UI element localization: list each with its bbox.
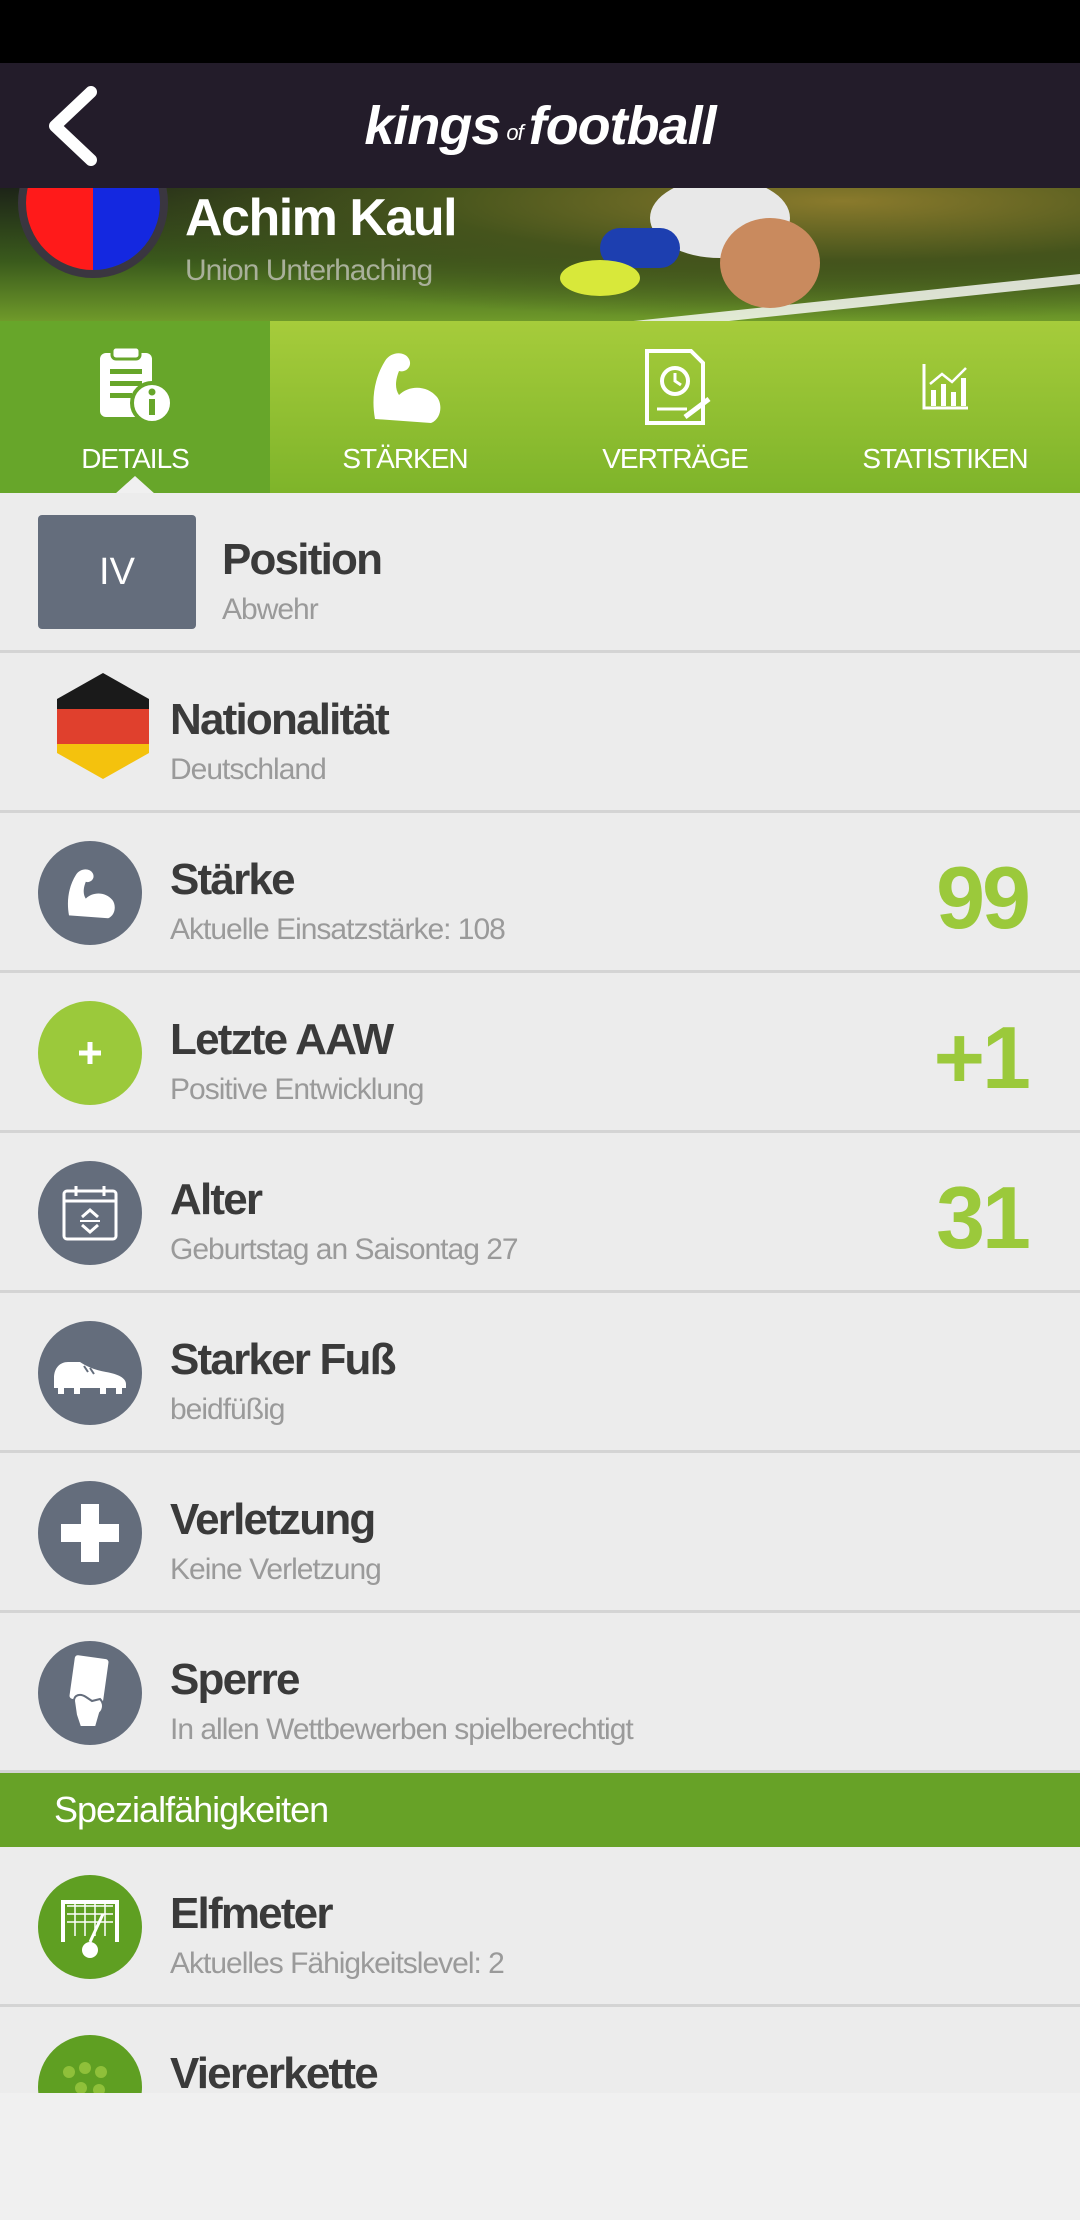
tab-details-label: DETAILS: [81, 443, 190, 474]
tab-bar: DETAILS STÄRKEN VERTRÄGE STATISTIKEN: [0, 321, 1080, 494]
tab-statistiken-label: STATISTIKEN: [862, 443, 1028, 474]
list-item-ban[interactable]: Sperre In allen Wettbewerben spielberech…: [0, 1613, 1080, 1773]
list-item-special-elfmeter[interactable]: Elfmeter Aktuelles Fähigkeitslevel: 2: [0, 1847, 1080, 2007]
contract-clock-icon: [635, 347, 715, 427]
details-list[interactable]: IV Position Abwehr Nationalität Deutschl…: [0, 493, 1080, 2093]
football-boot-icon: [38, 1321, 142, 1425]
list-item-strong-foot[interactable]: Starker Fuß beidfüßig: [0, 1293, 1080, 1453]
position-badge: IV: [38, 515, 196, 629]
position-title: Position: [222, 535, 383, 584]
crest-left-half: [26, 188, 93, 270]
age-subtitle: Geburtstag an Saisontag 27: [170, 1233, 519, 1266]
tab-statistiken[interactable]: STATISTIKEN: [810, 321, 1080, 493]
strong-foot-value: beidfüßig: [170, 1393, 285, 1426]
tab-staerken-label: STÄRKEN: [342, 443, 468, 474]
chart-icon: [920, 347, 970, 427]
tab-vertraege[interactable]: VERTRÄGE: [540, 321, 810, 493]
referee-card-icon: [38, 1641, 142, 1745]
strength-subtitle: Aktuelle Einsatzstärke: 108: [170, 913, 506, 946]
ban-value: In allen Wettbewerben spielberechtigt: [170, 1713, 634, 1746]
special-viererkette-title: Viererkette: [170, 2049, 379, 2093]
active-tab-indicator: [115, 476, 155, 494]
age-title: Alter: [170, 1175, 263, 1224]
strength-title: Stärke: [170, 855, 296, 904]
club-crest: [18, 188, 168, 278]
player-photo: [560, 188, 820, 308]
logo-word-of: of: [506, 119, 523, 145]
status-bar: [0, 0, 1080, 63]
formation-icon: [38, 2035, 142, 2093]
list-item-position[interactable]: IV Position Abwehr: [0, 493, 1080, 653]
tab-details[interactable]: DETAILS: [0, 321, 270, 494]
position-value: Abwehr: [222, 593, 319, 626]
nationality-value: Deutschland: [170, 753, 327, 786]
list-item-strength[interactable]: Stärke Aktuelle Einsatzstärke: 108 99: [0, 813, 1080, 973]
last-aaw-subtitle: Positive Entwicklung: [170, 1073, 424, 1106]
strength-value: 99: [936, 848, 1031, 947]
app-logo: kings of football: [0, 63, 1080, 188]
germany-flag-icon: [57, 673, 149, 779]
player-name: Achim Kaul: [185, 189, 458, 247]
special-elfmeter-level: Aktuelles Fähigkeitslevel: 2: [170, 1947, 505, 1980]
logo-word-kings: kings: [364, 95, 501, 156]
list-item-injury[interactable]: Verletzung Keine Verletzung: [0, 1453, 1080, 1613]
last-aaw-value: +1: [933, 1008, 1031, 1107]
strong-foot-title: Starker Fuß: [170, 1335, 397, 1384]
section-header-special-skills: Spezialfähigkeiten: [0, 1773, 1080, 1847]
list-item-nationality[interactable]: Nationalität Deutschland: [0, 653, 1080, 813]
logo-word-football: football: [528, 95, 717, 156]
injury-value: Keine Verletzung: [170, 1553, 382, 1586]
tab-staerken[interactable]: STÄRKEN: [270, 321, 540, 493]
goal-penalty-icon: [38, 1875, 142, 1979]
ban-title: Sperre: [170, 1655, 300, 1704]
app-bar: kings of football: [0, 63, 1080, 188]
plus-icon: [38, 1001, 142, 1105]
player-club[interactable]: Union Unterhaching: [185, 254, 433, 288]
player-header: Achim Kaul Union Unterhaching: [0, 188, 1080, 321]
tab-vertraege-label: VERTRÄGE: [602, 443, 749, 474]
list-item-last-aaw[interactable]: Letzte AAW Positive Entwicklung +1: [0, 973, 1080, 1133]
age-value: 31: [936, 1168, 1031, 1267]
medical-cross-icon: [38, 1481, 142, 1585]
biceps-icon: [38, 841, 142, 945]
nationality-title: Nationalität: [170, 695, 390, 744]
document-info-icon: [94, 347, 176, 427]
crest-right-half: [93, 188, 160, 270]
list-item-age[interactable]: Alter Geburtstag an Saisontag 27 31: [0, 1133, 1080, 1293]
biceps-icon: [365, 347, 445, 427]
last-aaw-title: Letzte AAW: [170, 1015, 394, 1064]
calendar-icon: [38, 1161, 142, 1265]
list-item-special-viererkette[interactable]: Viererkette: [0, 2007, 1080, 2093]
injury-title: Verletzung: [170, 1495, 376, 1544]
special-elfmeter-title: Elfmeter: [170, 1889, 333, 1938]
